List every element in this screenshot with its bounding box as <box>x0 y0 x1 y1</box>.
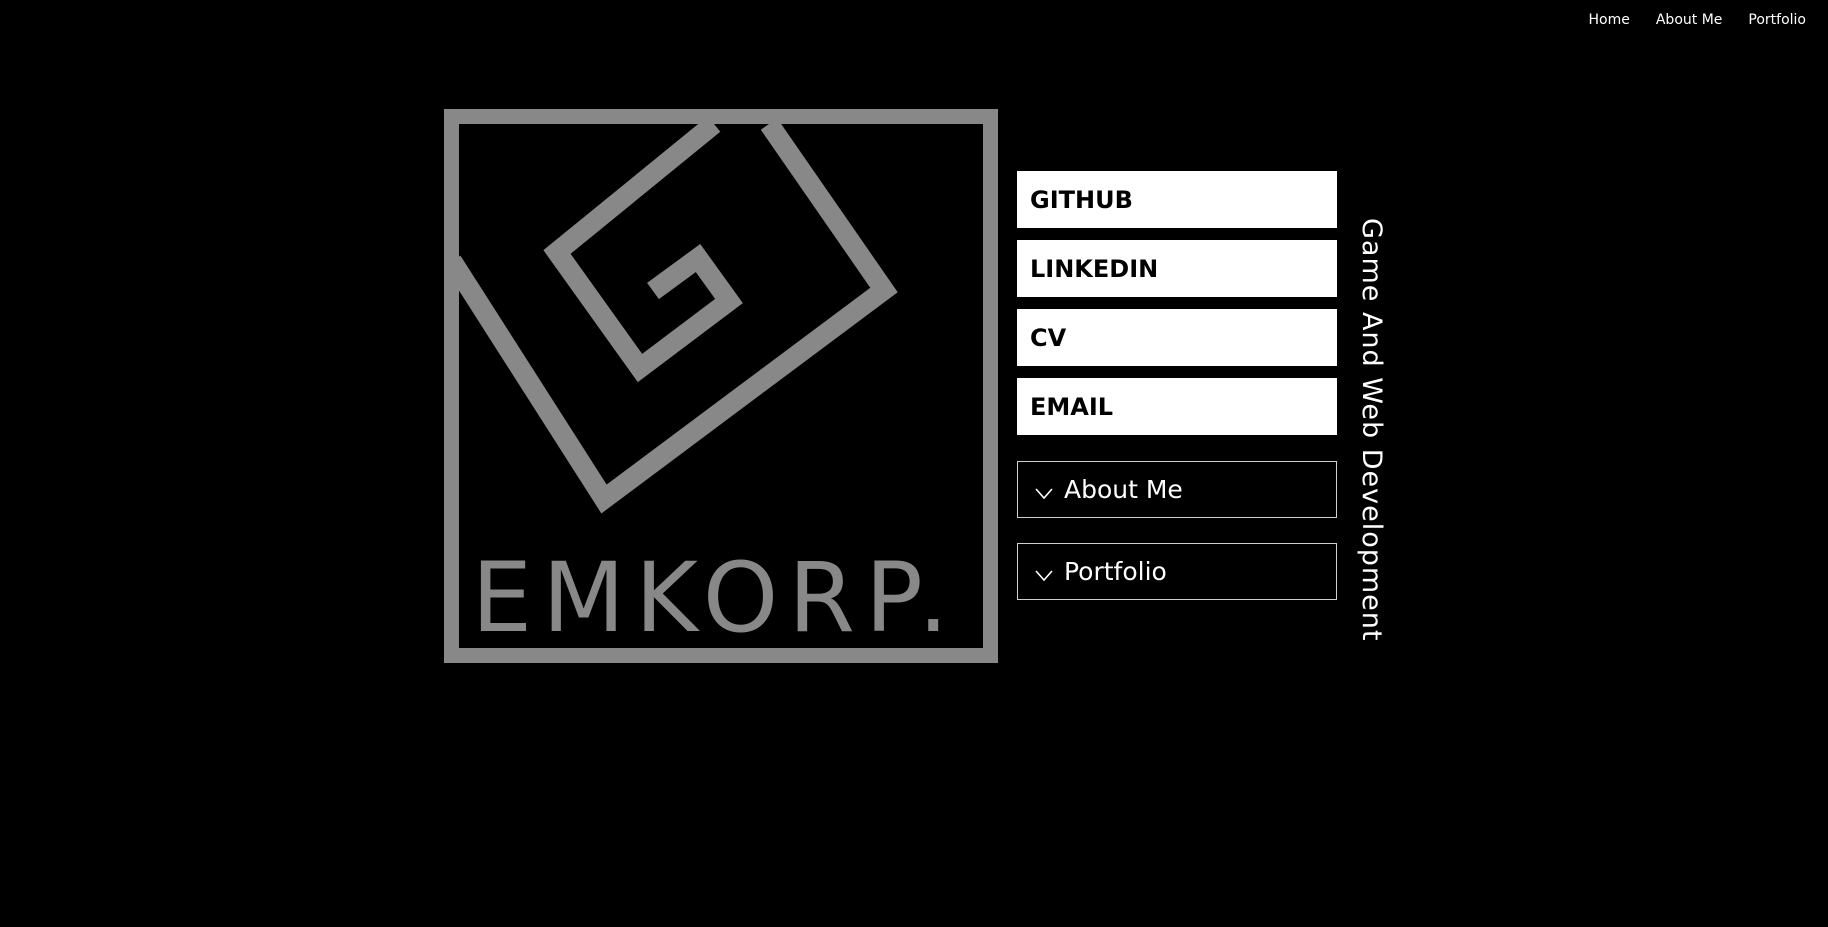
nav-portfolio-link[interactable]: Portfolio <box>1748 12 1806 28</box>
logo-wordmark: EMKORP. <box>472 542 959 654</box>
about-me-accordion-label: About Me <box>1064 475 1183 504</box>
top-nav: Home About Me Portfolio <box>1589 12 1806 28</box>
github-button[interactable]: GITHUB <box>1017 171 1337 228</box>
link-list: GITHUB LINKEDIN CV EMAIL <box>1017 171 1337 447</box>
nav-about-me-link[interactable]: About Me <box>1656 12 1723 28</box>
emkorp-logo: EMKORP. <box>444 109 998 663</box>
nav-home-link[interactable]: Home <box>1589 12 1630 28</box>
email-button[interactable]: EMAIL <box>1017 378 1337 435</box>
tagline: Game And Web Development <box>1356 218 1387 642</box>
linkedin-button[interactable]: LINKEDIN <box>1017 240 1337 297</box>
portfolio-accordion-label: Portfolio <box>1064 557 1167 586</box>
chevron-down-icon <box>1034 480 1054 500</box>
portfolio-accordion[interactable]: Portfolio <box>1017 543 1337 600</box>
chevron-down-icon <box>1034 562 1054 582</box>
cv-button[interactable]: CV <box>1017 309 1337 366</box>
about-me-accordion[interactable]: About Me <box>1017 461 1337 518</box>
